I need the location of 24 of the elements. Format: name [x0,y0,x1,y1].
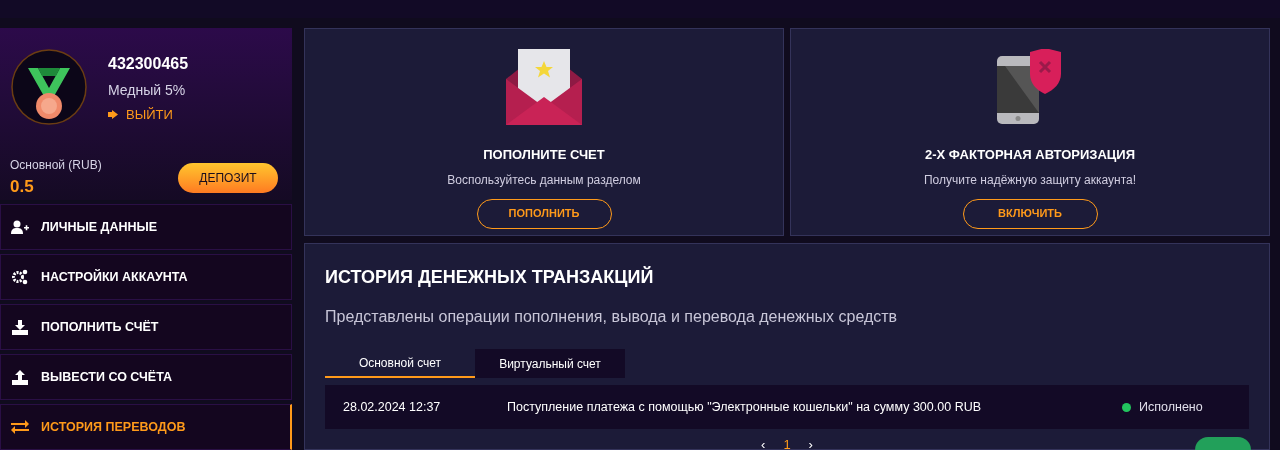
card-text: Получите надёжную защиту аккаунта! [924,171,1136,189]
previous-page-button[interactable]: ‹ [761,435,766,449]
menu-item[interactable]: ИСТОРИЯ ПЕРЕВОДОВ [0,404,292,450]
deposit-button[interactable]: ДЕПОЗИТ [178,162,278,193]
transaction-status: Исполнено [1139,398,1204,416]
card-title: ПОПОЛНИТЕ СЧЕТ [483,146,605,164]
section-title: ИСТОРИЯ ДЕНЕЖНЫХ ТРАНЗАКЦИЙ [325,265,655,289]
menu-item[interactable]: ЛИЧНЫЕ ДАННЫЕ [0,204,292,250]
balance-amount: 0.5 [10,176,35,198]
transaction-date: 28.02.2024 12:37 [342,398,442,416]
card-text: Воспользуйтесь данным разделом [447,171,641,189]
transaction-description: Поступление платежа с помощью "Электронные кошельки" на сумму 300.00 RUB [507,398,983,416]
page-number[interactable]: 1 [783,435,791,449]
card-title: 2-Х ФАКТОРНАЯ АВТОРИЗАЦИЯ [924,146,1136,164]
level-text: Медный 5% [108,81,186,100]
menu-item[interactable]: ВЫВЕСТИ СО СЧЁТА [0,354,292,400]
logout-link[interactable]: ВЫЙТИ [108,105,173,125]
balance-label: Основной (RUB) [10,157,102,174]
next-page-button[interactable]: › [808,435,813,449]
menu-item[interactable]: НАСТРОЙКИ АККАУНТА [0,254,292,300]
menu-item[interactable]: ПОПОЛНИТЬ СЧЁТ [0,304,292,350]
account-id: 432300465 [108,54,189,74]
account-tab[interactable]: Виртуальный счет [475,349,625,378]
section-subtitle: Представлены операции пополнения, вывода и перевода денежных средств [325,307,899,327]
